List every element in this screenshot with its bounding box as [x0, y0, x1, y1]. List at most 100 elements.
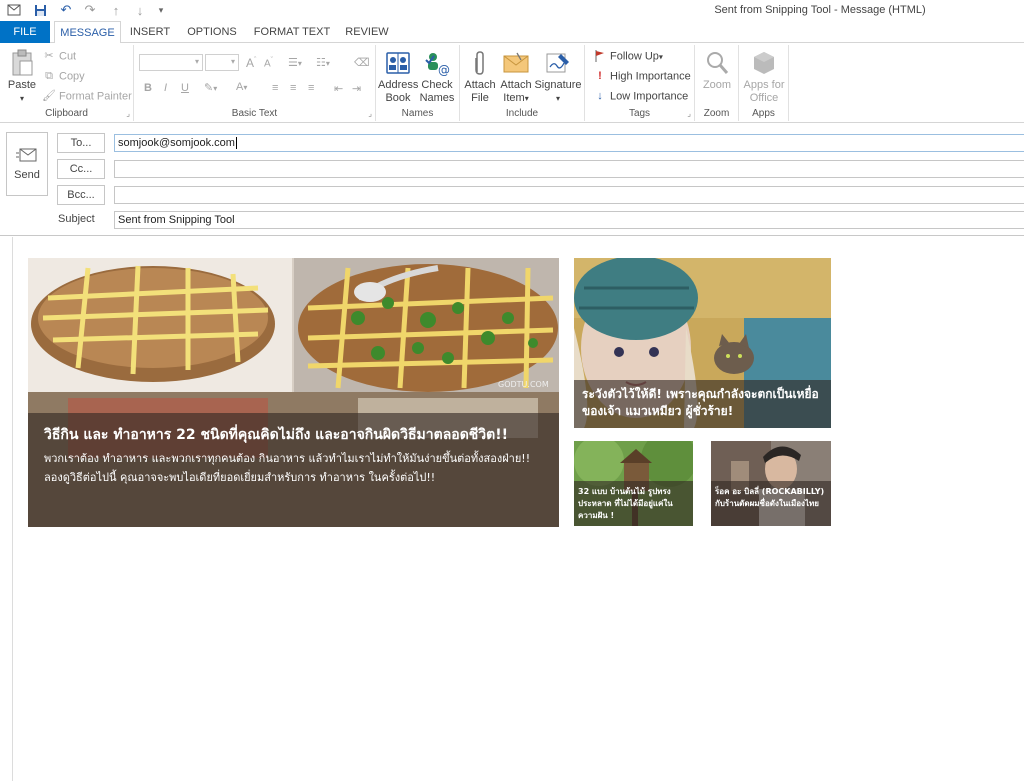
zoom-label: Zoom — [702, 79, 732, 91]
to-field[interactable]: somjook@somjook.com — [114, 134, 1024, 152]
align-left-icon[interactable]: ≡ — [272, 82, 278, 94]
high-importance-label: High Importance — [610, 70, 691, 83]
main-article-headline: วิธีกิน และ ทำอาหาร 22 ชนิดที่คุณคิดไม่ถ… — [44, 427, 509, 443]
cc-button[interactable]: Cc... — [57, 159, 105, 179]
down-arrow-icon: ↓ — [597, 90, 603, 102]
address-book-label-2: Book — [385, 92, 411, 104]
follow-up-button[interactable]: Follow Up▾ — [593, 50, 663, 63]
names-group-label: Names — [401, 108, 434, 119]
font-size-combo[interactable]: ▾ — [205, 54, 239, 71]
include-group: Attach File Attach Item▾ Signature ▾ Includ… — [460, 45, 585, 121]
low-importance-label: Low Importance — [610, 90, 689, 103]
align-center-icon[interactable]: ≡ — [290, 82, 296, 94]
cat-article-headline: ระวังตัวไว้ให้ดี! เพราะคุณกำลังจะตกเป็นเ… — [582, 387, 819, 418]
font-color-icon[interactable]: A▾ — [236, 81, 247, 93]
highlight-icon[interactable]: ✎▾ — [204, 81, 217, 94]
tab-file[interactable]: FILE — [0, 21, 50, 43]
low-importance-button[interactable]: ↓ Low Importance — [593, 90, 688, 103]
paste-label: Paste — [7, 79, 37, 91]
treehouse-article-headline: 32 แบบ บ้านต้นไม้ รูปทรงประหลาด ที่ไม่ได… — [578, 487, 673, 520]
names-group: Address Book @ Check Names Names — [376, 45, 460, 121]
paste-button[interactable]: Paste ▾ — [4, 49, 40, 105]
address-book-button[interactable]: Address Book — [378, 49, 418, 105]
save-icon[interactable] — [32, 2, 48, 18]
cut-label: Cut — [59, 50, 77, 63]
decrease-indent-icon[interactable]: ⇤ — [334, 82, 343, 95]
cat-article-card[interactable]: ระวังตัวไว้ให้ดี! เพราะคุณกำลังจะตกเป็นเ… — [574, 258, 831, 428]
rockabilly-article-card[interactable]: ร็อค อะ บิลลี่ (ROCKABILLY) กับร้านตัดผม… — [711, 441, 831, 526]
ribbon: Paste ▾ ✂ Cut ⧉ Copy 🖌 Format Painter Clipbo… — [0, 43, 1024, 123]
tab-format-text[interactable]: FORMAT TEXT — [249, 21, 335, 43]
apps-for-office-button[interactable]: Apps for Office — [741, 49, 787, 105]
check-names-button[interactable]: @ Check Names — [418, 49, 456, 105]
copy-button[interactable]: ⧉ Copy — [42, 70, 85, 83]
treehouse-article-overlay: 32 แบบ บ้านต้นไม้ รูปทรงประหลาด ที่ไม่ได… — [574, 481, 693, 526]
basic-text-group: ▾ ▾ Aˆ Aˇ ☰▾ ☷▾ ⌫ B I U ✎▾ A▾ ≡ ≡ ≡ ⇤ ⇥ … — [134, 45, 376, 121]
numbering-icon[interactable]: ☷▾ — [316, 56, 330, 69]
attach-item-button[interactable]: Attach Item▾ — [498, 49, 534, 105]
tab-review[interactable]: REVIEW — [340, 21, 394, 43]
font-name-combo[interactable]: ▾ — [139, 54, 203, 71]
format-painter-label: Format Painter — [59, 90, 132, 103]
exclamation-icon: ! — [598, 70, 602, 82]
increase-indent-icon[interactable]: ⇥ — [352, 82, 361, 95]
align-right-icon[interactable]: ≡ — [308, 82, 314, 94]
watermark-text: GODTU.COM — [498, 380, 549, 389]
undo-icon[interactable]: ↶ — [58, 2, 74, 18]
paperclip-icon — [465, 49, 495, 77]
body-content: GODTU.COM วิธีกิน และ ทำอาหาร 22 ชนิดที่… — [12, 237, 1024, 781]
attach-file-label-1: Attach — [464, 79, 496, 91]
up-arrow-icon[interactable]: ↑ — [108, 2, 124, 18]
bullets-icon[interactable]: ☰▾ — [288, 56, 302, 69]
tab-message[interactable]: MESSAGE — [54, 21, 121, 44]
tags-group: Follow Up▾ ! High Importance ↓ Low Importa… — [585, 45, 695, 121]
cut-button[interactable]: ✂ Cut — [42, 50, 76, 63]
attach-file-button[interactable]: Attach File — [462, 49, 498, 105]
signature-button[interactable]: Signature ▾ — [534, 49, 582, 105]
grow-font-icon[interactable]: Aˆ — [246, 56, 256, 70]
message-body[interactable]: GODTU.COM วิธีกิน และ ทำอาหาร 22 ชนิดที่… — [0, 237, 1024, 781]
clear-formatting-icon[interactable]: ⌫ — [354, 56, 370, 69]
main-article-card[interactable]: GODTU.COM วิธีกิน และ ทำอาหาร 22 ชนิดที่… — [28, 258, 559, 527]
clipboard-group: Paste ▾ ✂ Cut ⧉ Copy 🖌 Format Painter Clipbo… — [0, 45, 134, 121]
dialog-launcher-icon[interactable]: ⌟ — [368, 109, 372, 118]
dialog-launcher-icon[interactable]: ⌟ — [687, 109, 691, 118]
underline-button[interactable]: U — [181, 82, 189, 94]
zoom-button[interactable]: Zoom — [697, 49, 737, 92]
magnifier-icon — [702, 49, 732, 77]
apps-group: Apps for Office Apps — [739, 45, 789, 121]
bcc-button[interactable]: Bcc... — [57, 185, 105, 205]
format-painter-button[interactable]: 🖌 Format Painter — [42, 90, 132, 103]
signature-icon — [543, 49, 573, 77]
attach-item-label-2: Item — [503, 92, 525, 104]
bcc-field[interactable] — [114, 186, 1024, 204]
to-value: somjook@somjook.com — [118, 137, 235, 149]
customize-icon[interactable]: ▾ — [153, 2, 169, 18]
include-group-label: Include — [505, 108, 539, 119]
tab-options[interactable]: OPTIONS — [180, 21, 244, 43]
shrink-font-icon[interactable]: Aˇ — [264, 57, 273, 69]
redo-icon[interactable]: ↷ — [82, 2, 98, 18]
apps-for-office-label-1: Apps for — [743, 79, 785, 91]
italic-button[interactable]: I — [164, 82, 167, 94]
down-arrow-icon[interactable]: ↓ — [132, 2, 148, 18]
outlook-icon[interactable] — [6, 2, 22, 18]
cat-article-overlay: ระวังตัวไว้ให้ดี! เพราะคุณกำลังจะตกเป็นเ… — [574, 380, 831, 428]
cc-field[interactable] — [114, 160, 1024, 178]
tab-insert[interactable]: INSERT — [124, 21, 176, 43]
subject-field[interactable]: Sent from Snipping Tool — [114, 211, 1024, 229]
copy-label: Copy — [59, 70, 85, 83]
to-button[interactable]: To... — [57, 133, 105, 153]
rockabilly-article-headline: ร็อค อะ บิลลี่ (ROCKABILLY) กับร้านตัดผม… — [715, 487, 825, 508]
paintbrush-icon: 🖌 — [42, 90, 56, 102]
bold-button[interactable]: B — [144, 82, 152, 94]
copy-icon: ⧉ — [45, 70, 53, 82]
attach-file-label-2: File — [471, 92, 489, 104]
high-importance-button[interactable]: ! High Importance — [593, 70, 691, 83]
svg-text:@: @ — [438, 63, 450, 76]
envelope-icon — [501, 49, 531, 77]
treehouse-article-card[interactable]: 32 แบบ บ้านต้นไม้ รูปทรงประหลาด ที่ไม่ได… — [574, 441, 693, 526]
dialog-launcher-icon[interactable]: ⌟ — [126, 109, 130, 118]
send-button[interactable]: Send — [6, 132, 48, 196]
follow-up-label: Follow Up — [610, 50, 659, 63]
